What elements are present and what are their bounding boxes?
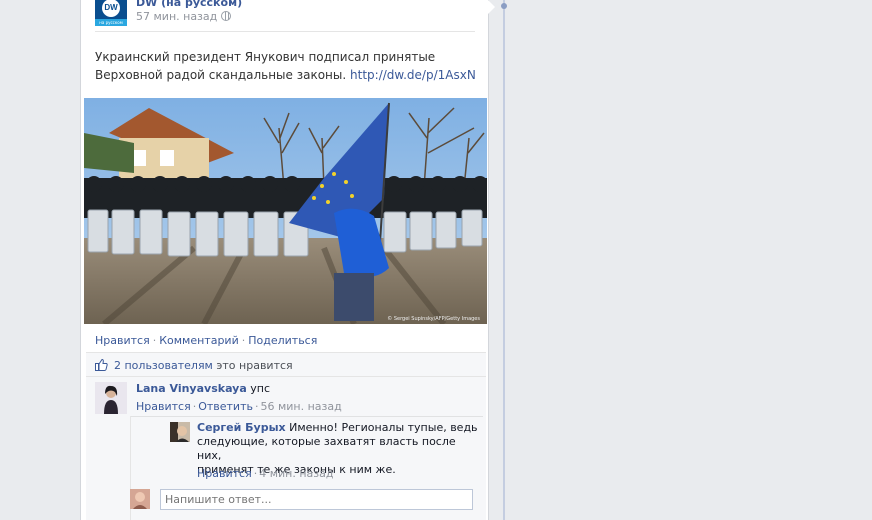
separator: · xyxy=(152,334,157,347)
share-button[interactable]: Поделиться xyxy=(248,334,317,347)
post-text: Украинский президент Янукович подписал п… xyxy=(95,48,480,84)
comment-like-link[interactable]: Нравится xyxy=(136,400,191,413)
reply-text-line1: Именно! Регионалы тупые, ведь xyxy=(289,421,478,434)
dw-logo-mark: DW xyxy=(102,0,120,17)
ufi-panel: 2 пользователям это нравится Lana Vinyav… xyxy=(86,352,486,520)
dw-logo[interactable]: DW на русском xyxy=(95,0,127,26)
timeline-line xyxy=(503,0,505,520)
likes-count-link[interactable]: 2 пользователям xyxy=(114,359,213,372)
reply-text-line2: следующие, которые захватят власть после… xyxy=(197,435,456,462)
current-user-avatar xyxy=(130,489,150,509)
comment-reply-link[interactable]: Ответить xyxy=(198,400,253,413)
post-link[interactable]: http://dw.de/p/1AsxN xyxy=(350,68,476,82)
comment-text: упс xyxy=(250,382,270,395)
like-button[interactable]: Нравится xyxy=(95,334,150,347)
reply-item: Сергей Бурых Именно! Регионалы тупые, ве… xyxy=(131,421,481,482)
post-timestamp: 57 мин. назад xyxy=(136,10,232,23)
globe-icon[interactable] xyxy=(221,11,232,21)
comment-meta: Нравится · Ответить · 56 мин. назад xyxy=(136,400,476,413)
separator: · xyxy=(241,334,246,347)
separator: · xyxy=(254,400,259,413)
timeline-arrow xyxy=(488,0,495,14)
comment-body: Lana Vinyavskaya упс xyxy=(136,382,476,395)
post-header: DW на русском DW (на русском) 57 мин. на… xyxy=(95,0,475,30)
photo-illustration: © Sergei Supinsky/AFP/Getty Images xyxy=(84,98,487,324)
right-background xyxy=(505,0,872,520)
thumbs-up-icon xyxy=(95,358,108,371)
reply-author-avatar[interactable] xyxy=(170,422,190,442)
comment-author[interactable]: Lana Vinyavskaya xyxy=(136,382,247,395)
likes-suffix: это нравится xyxy=(216,359,293,372)
post-time-link[interactable]: 57 мин. назад xyxy=(136,10,217,23)
likes-summary: 2 пользователям это нравится xyxy=(95,358,293,376)
commenter-avatar[interactable] xyxy=(95,382,127,414)
ufi-divider xyxy=(86,376,486,377)
post-actions: Нравится · Комментарий · Поделиться xyxy=(95,334,317,347)
post-card: DW на русском DW (на русском) 57 мин. на… xyxy=(80,0,489,520)
dw-logo-strip: на русском xyxy=(95,19,127,26)
reply-divider xyxy=(131,416,483,417)
header-divider xyxy=(95,31,475,32)
separator: · xyxy=(192,400,197,413)
comment-time[interactable]: 56 мин. назад xyxy=(260,400,341,413)
separator: · xyxy=(253,467,258,480)
page-name-link[interactable]: DW (на русском) xyxy=(136,0,242,9)
photo-credit: © Sergei Supinsky/AFP/Getty Images xyxy=(387,315,480,322)
comment-item: Lana Vinyavskaya упс Нравится · Ответить · 5… xyxy=(95,382,480,416)
left-background xyxy=(0,0,80,520)
reply-time[interactable]: 4 мин. назад xyxy=(259,467,333,480)
post-photo[interactable]: © Sergei Supinsky/AFP/Getty Images xyxy=(84,98,487,324)
reply-input[interactable] xyxy=(160,489,473,510)
reply-like-link[interactable]: Нравится xyxy=(197,467,252,480)
reply-meta: Нравится · 4 мин. назад xyxy=(197,467,333,480)
comment-button[interactable]: Комментарий xyxy=(159,334,239,347)
timeline-dot xyxy=(501,3,507,9)
reply-author[interactable]: Сергей Бурых xyxy=(197,421,286,434)
